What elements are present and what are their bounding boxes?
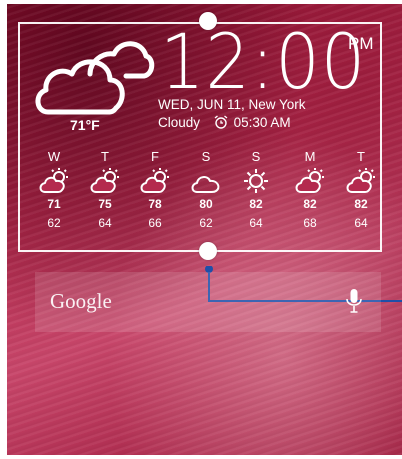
clock-time[interactable]: 12:00 bbox=[160, 22, 366, 102]
forecast-day-name: F bbox=[151, 149, 159, 164]
forecast-high: 82 bbox=[249, 197, 263, 211]
forecast-high: 75 bbox=[98, 197, 112, 211]
forecast-day-name: M bbox=[304, 149, 316, 164]
forecast-low: 64 bbox=[98, 216, 112, 230]
forecast-day: F 78 66 bbox=[135, 149, 175, 230]
forecast-low: 64 bbox=[249, 216, 263, 230]
google-logo[interactable]: Google bbox=[50, 289, 112, 314]
partly-cloudy-icon bbox=[39, 168, 68, 193]
forecast-high: 82 bbox=[354, 197, 368, 211]
forecast-day: S 82 64 bbox=[236, 149, 276, 230]
weather-condition: Cloudy bbox=[158, 115, 201, 130]
forecast-day: S 80 62 bbox=[186, 149, 226, 230]
widget-resize-handle-bottom[interactable] bbox=[199, 242, 217, 260]
forecast-day-name: T bbox=[101, 149, 109, 164]
partly-cloudy-icon bbox=[90, 168, 119, 193]
cloud-icon bbox=[191, 176, 220, 193]
forecast-day: W 71 62 bbox=[34, 149, 74, 230]
google-search-bar[interactable]: Google bbox=[35, 272, 381, 332]
forecast-low: 62 bbox=[47, 216, 61, 230]
microphone-icon[interactable] bbox=[345, 288, 363, 314]
forecast-high: 80 bbox=[199, 197, 213, 211]
forecast-high: 71 bbox=[47, 197, 61, 211]
partly-cloudy-icon bbox=[295, 168, 324, 193]
clock-ampm: PM bbox=[348, 34, 374, 53]
forecast-day-name: T bbox=[357, 149, 365, 164]
alarm-clock-icon bbox=[214, 115, 228, 129]
forecast-day-name: W bbox=[47, 149, 61, 164]
forecast-day-name: S bbox=[251, 149, 261, 164]
forecast-low: 64 bbox=[354, 216, 368, 230]
alarm-time: 05:30 AM bbox=[233, 115, 291, 130]
forecast-low: 62 bbox=[199, 216, 213, 230]
forecast-low: 66 bbox=[148, 216, 162, 230]
forecast-low: 68 bbox=[303, 216, 317, 230]
forecast-day: T 82 64 bbox=[341, 149, 381, 230]
condition-alarm-line: Cloudy 05:30 AM bbox=[158, 115, 291, 130]
forecast-high: 82 bbox=[303, 197, 317, 211]
forecast-day: T 75 64 bbox=[85, 149, 125, 230]
sun-icon bbox=[244, 169, 268, 193]
cloudy-icon bbox=[35, 41, 155, 115]
forecast-row: W 71 62 T 75 64 F 78 66 S 80 62 S 82 64 M 82 68 T 82 64 bbox=[34, 149, 380, 239]
partly-cloudy-icon bbox=[346, 168, 375, 193]
date-location: WED, JUN 11, New York bbox=[158, 97, 306, 112]
forecast-day: M 82 68 bbox=[290, 149, 330, 230]
forecast-day-name: S bbox=[201, 149, 211, 164]
forecast-high: 78 bbox=[148, 197, 162, 211]
partly-cloudy-icon bbox=[140, 168, 169, 193]
current-temperature: 71°F bbox=[70, 117, 100, 133]
